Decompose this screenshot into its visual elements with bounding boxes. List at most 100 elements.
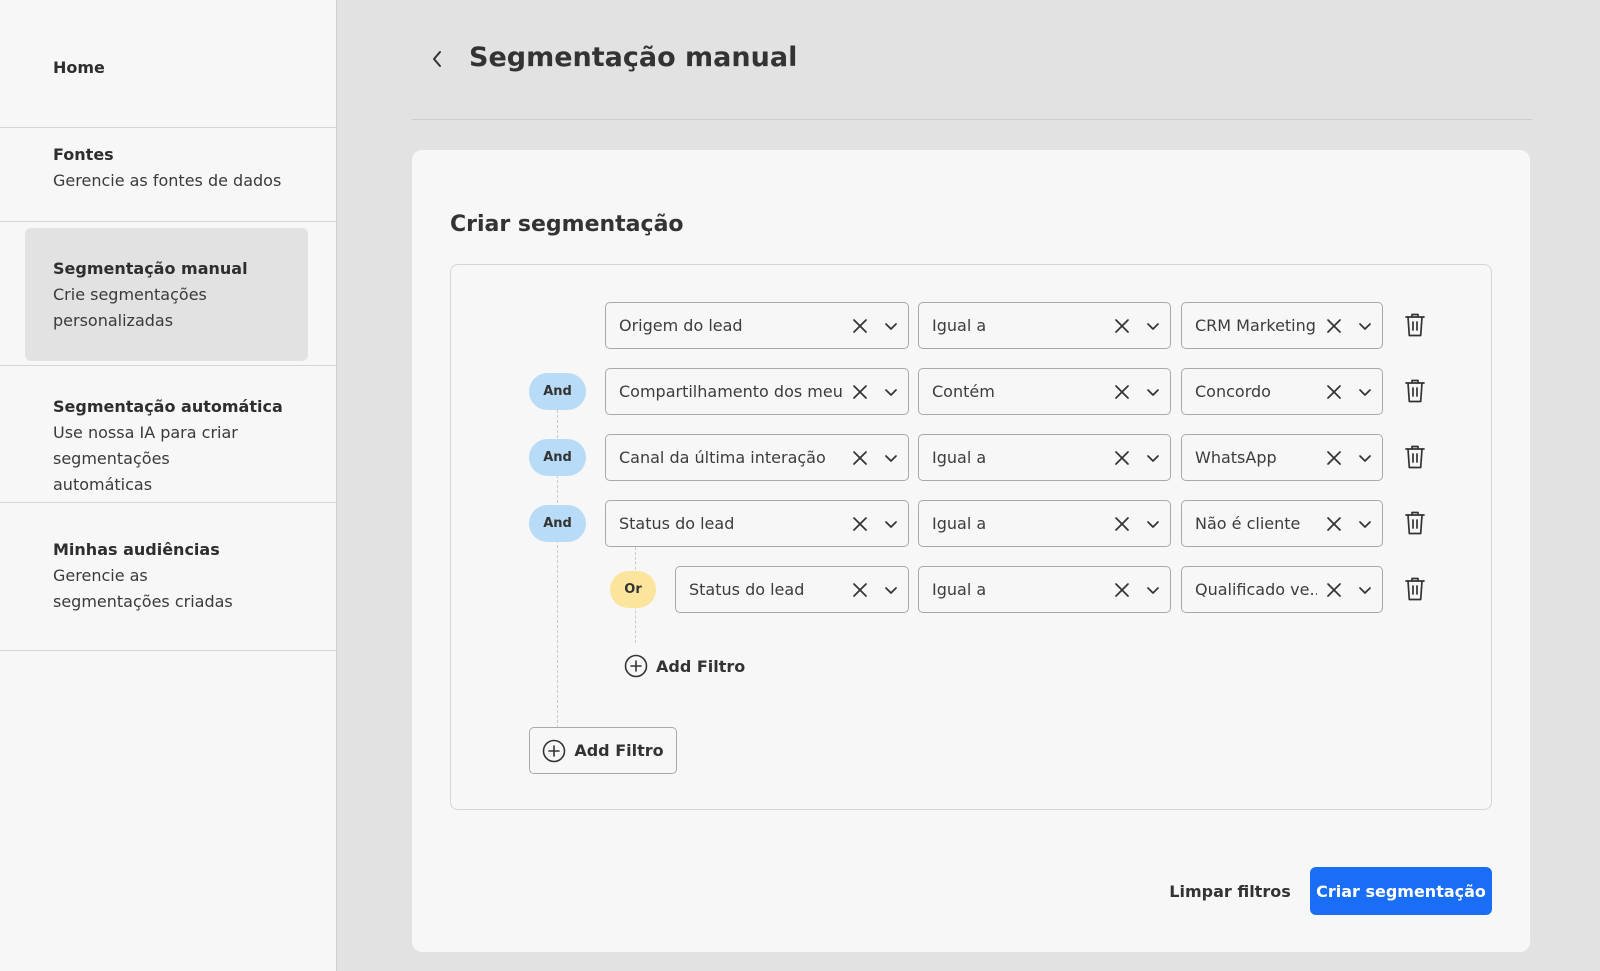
- add-filter-inline-label: Add Filtro: [656, 656, 746, 676]
- value-select[interactable]: CRM Marketing: [1181, 302, 1383, 349]
- sidebar-item-segmentacao-manual[interactable]: Segmentação manual Crie segmentações per…: [0, 222, 336, 366]
- delete-row-button[interactable]: [1403, 444, 1427, 470]
- select-value: Não é cliente: [1195, 514, 1301, 533]
- add-filter-label: Add Filtro: [574, 741, 664, 760]
- select-value: Igual a: [932, 316, 987, 335]
- value-select[interactable]: Não é cliente: [1181, 500, 1383, 547]
- sidebar-item-title: Fontes: [53, 145, 114, 164]
- clear-icon[interactable]: [850, 316, 870, 336]
- clear-icon[interactable]: [850, 448, 870, 468]
- clear-icon[interactable]: [850, 382, 870, 402]
- create-segmentation-button[interactable]: Criar segmentação: [1310, 867, 1492, 915]
- chevron-down-icon[interactable]: [1144, 383, 1162, 401]
- sidebar-item-subtitle: Gerencie as fontes de dados: [53, 171, 282, 190]
- sidebar-item-subtitle: Gerencie as segmentações criadas: [53, 566, 233, 611]
- chevron-down-icon[interactable]: [1144, 449, 1162, 467]
- select-value: Status do lead: [619, 514, 735, 533]
- trash-icon: [1403, 577, 1427, 606]
- clear-icon[interactable]: [1112, 514, 1132, 534]
- operator-select[interactable]: Contém: [918, 368, 1171, 415]
- sidebar: Home Fontes Gerencie as fontes de dados …: [0, 0, 337, 971]
- select-value: Compartilhamento dos meu...: [619, 382, 843, 401]
- field-select[interactable]: Canal da última interação: [605, 434, 909, 481]
- chevron-down-icon[interactable]: [1356, 449, 1374, 467]
- page-title: Segmentação manual: [469, 42, 798, 73]
- chevron-down-icon[interactable]: [1356, 515, 1374, 533]
- value-select[interactable]: WhatsApp: [1181, 434, 1383, 481]
- and-connector-badge[interactable]: And: [529, 373, 586, 410]
- chevron-down-icon[interactable]: [1356, 383, 1374, 401]
- clear-icon[interactable]: [1324, 382, 1344, 402]
- delete-row-button[interactable]: [1403, 378, 1427, 404]
- sidebar-item-subtitle: Crie segmentações personalizadas: [53, 285, 207, 330]
- operator-select[interactable]: Igual a: [918, 302, 1171, 349]
- delete-row-button[interactable]: [1403, 576, 1427, 602]
- chevron-down-icon[interactable]: [882, 515, 900, 533]
- sidebar-item-minhas-audiencias[interactable]: Minhas audiências Gerencie as segmentaçõ…: [0, 503, 336, 651]
- back-button[interactable]: [422, 44, 452, 74]
- clear-icon[interactable]: [1324, 514, 1344, 534]
- clear-icon[interactable]: [1112, 580, 1132, 600]
- chevron-left-icon: [433, 51, 441, 67]
- sidebar-item-home[interactable]: Home: [0, 0, 336, 128]
- card-title: Criar segmentação: [450, 212, 684, 237]
- chevron-down-icon[interactable]: [882, 581, 900, 599]
- plus-circle-icon: [624, 654, 648, 678]
- select-value: Status do lead: [689, 580, 805, 599]
- operator-select[interactable]: Igual a: [918, 500, 1171, 547]
- clear-icon[interactable]: [1324, 448, 1344, 468]
- select-value: Igual a: [932, 514, 987, 533]
- select-value: Qualificado ve...: [1195, 580, 1317, 599]
- chevron-down-icon[interactable]: [882, 449, 900, 467]
- clear-icon[interactable]: [1324, 580, 1344, 600]
- operator-select[interactable]: Igual a: [918, 434, 1171, 481]
- and-connector-badge[interactable]: And: [529, 439, 586, 476]
- field-select[interactable]: Status do lead: [605, 500, 909, 547]
- add-filter-inline-button[interactable]: Add Filtro: [624, 653, 745, 679]
- chevron-down-icon[interactable]: [882, 383, 900, 401]
- select-value: CRM Marketing: [1195, 316, 1316, 335]
- trash-icon: [1403, 313, 1427, 342]
- field-select[interactable]: Origem do lead: [605, 302, 909, 349]
- chevron-down-icon[interactable]: [1356, 581, 1374, 599]
- sidebar-item-fontes[interactable]: Fontes Gerencie as fontes de dados: [0, 128, 336, 222]
- clear-icon[interactable]: [850, 580, 870, 600]
- field-select[interactable]: Status do lead: [675, 566, 909, 613]
- chevron-down-icon[interactable]: [1144, 581, 1162, 599]
- select-value: Concordo: [1195, 382, 1271, 401]
- select-value: Canal da última interação: [619, 448, 826, 467]
- clear-icon[interactable]: [1112, 316, 1132, 336]
- clear-icon[interactable]: [1112, 382, 1132, 402]
- header-divider: [412, 119, 1532, 120]
- select-value: Igual a: [932, 448, 987, 467]
- clear-filters-button[interactable]: Limpar filtros: [1160, 868, 1300, 914]
- delete-row-button[interactable]: [1403, 312, 1427, 338]
- select-value: WhatsApp: [1195, 448, 1277, 467]
- chevron-down-icon[interactable]: [1144, 515, 1162, 533]
- sidebar-item-title: Segmentação manual: [53, 259, 248, 278]
- select-value: Contém: [932, 382, 995, 401]
- operator-select[interactable]: Igual a: [918, 566, 1171, 613]
- delete-row-button[interactable]: [1403, 510, 1427, 536]
- add-filter-button[interactable]: Add Filtro: [529, 727, 677, 774]
- plus-circle-icon: [543, 739, 566, 762]
- trash-icon: [1403, 445, 1427, 474]
- sidebar-item-subtitle: Use nossa IA para criar segmentações aut…: [53, 423, 238, 494]
- or-connector-badge[interactable]: Or: [610, 571, 656, 608]
- and-connector-badge[interactable]: And: [529, 505, 586, 542]
- clear-icon[interactable]: [1112, 448, 1132, 468]
- select-value: Igual a: [932, 580, 987, 599]
- chevron-down-icon[interactable]: [882, 317, 900, 335]
- trash-icon: [1403, 511, 1427, 540]
- chevron-down-icon[interactable]: [1356, 317, 1374, 335]
- field-select[interactable]: Compartilhamento dos meu...: [605, 368, 909, 415]
- sidebar-item-segmentacao-automatica[interactable]: Segmentação automática Use nossa IA para…: [0, 366, 336, 503]
- trash-icon: [1403, 379, 1427, 408]
- chevron-down-icon[interactable]: [1144, 317, 1162, 335]
- value-select[interactable]: Concordo: [1181, 368, 1383, 415]
- sidebar-item-title: Home: [53, 58, 105, 77]
- sidebar-item-title: Segmentação automática: [53, 397, 283, 416]
- clear-icon[interactable]: [850, 514, 870, 534]
- clear-icon[interactable]: [1324, 316, 1344, 336]
- value-select[interactable]: Qualificado ve...: [1181, 566, 1383, 613]
